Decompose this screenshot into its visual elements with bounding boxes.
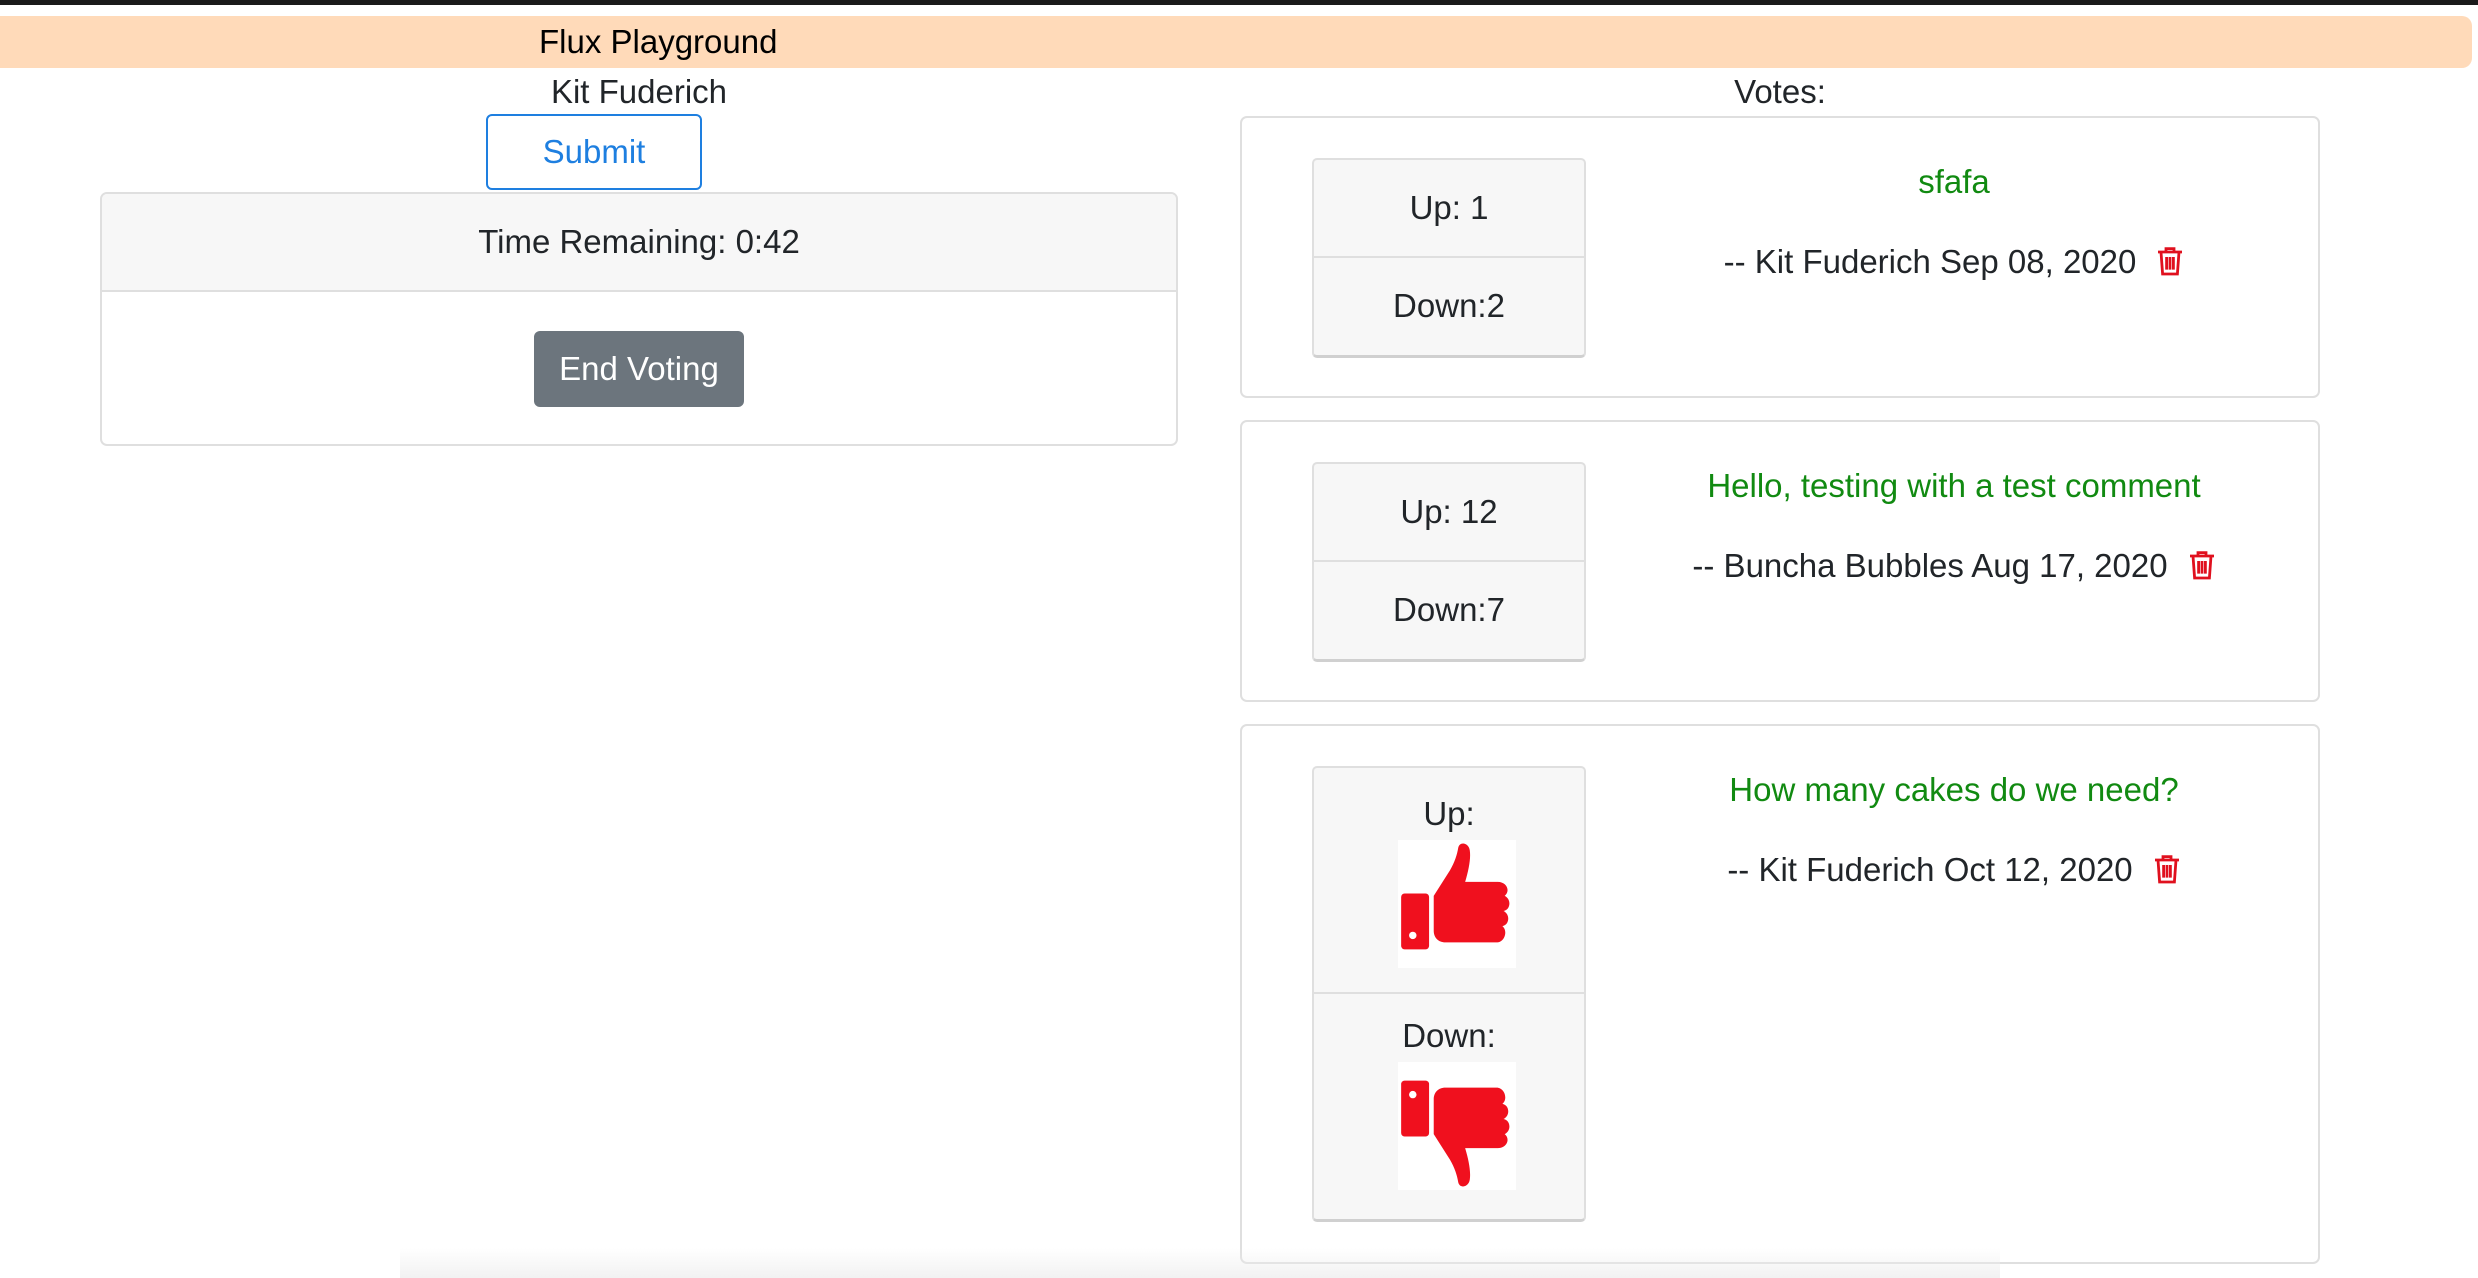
timer-card: Time Remaining: 0:42 End Voting xyxy=(100,192,1178,446)
comment-text: sfafa xyxy=(1918,163,1990,200)
upvote-label: Up: xyxy=(1423,795,1475,832)
trash-icon[interactable] xyxy=(2156,245,2184,277)
comment-author-date: -- Kit Fuderich Sep 08, 2020 xyxy=(1723,243,2137,280)
window-top-border xyxy=(0,0,2478,5)
downvote-label: Down: xyxy=(1402,1017,1496,1054)
thumbs-down-icon xyxy=(1398,1062,1516,1190)
comment-author-date: -- Buncha Bubbles Aug 17, 2020 xyxy=(1692,547,2168,584)
current-user-name: Kit Fuderich xyxy=(550,73,728,110)
upvote-button[interactable]: Up: 12 xyxy=(1314,464,1584,560)
vote-card: Up: 12 Down:7 Hello, testing with a test… xyxy=(1240,420,2320,702)
upvote-button[interactable]: Up: xyxy=(1314,768,1584,992)
vote-card: Up: Down: How many cakes do we need? -- … xyxy=(1240,724,2320,1264)
comment-meta: -- Buncha Bubbles Aug 17, 2020 xyxy=(1622,546,2286,586)
comment-author-date: -- Kit Fuderich Oct 12, 2020 xyxy=(1727,851,2133,888)
app-title: Flux Playground xyxy=(539,23,778,60)
vote-card: Up: 1 Down:2 sfafa -- Kit Fuderich Sep 0… xyxy=(1240,116,2320,398)
app-header: Flux Playground xyxy=(0,16,2472,68)
vote-box: Up: 12 Down:7 xyxy=(1312,462,1586,662)
comment-text: How many cakes do we need? xyxy=(1729,771,2179,808)
submit-comment-button[interactable]: Submit Comment xyxy=(486,114,702,242)
vote-box: Up: 1 Down:2 xyxy=(1312,158,1586,358)
upvote-button[interactable]: Up: 1 xyxy=(1314,160,1584,256)
comment-meta: -- Kit Fuderich Sep 08, 2020 xyxy=(1622,242,2286,282)
comment-meta: -- Kit Fuderich Oct 12, 2020 xyxy=(1622,850,2286,890)
downvote-button[interactable]: Down:7 xyxy=(1314,562,1584,658)
thumbs-up-icon xyxy=(1398,840,1516,968)
comment-text: Hello, testing with a test comment xyxy=(1707,467,2201,504)
end-voting-button[interactable]: End Voting xyxy=(534,331,744,407)
trash-icon[interactable] xyxy=(2188,549,2216,581)
downvote-button[interactable]: Down: xyxy=(1314,994,1584,1218)
vote-box: Up: Down: xyxy=(1312,766,1586,1222)
votes-heading: Votes: xyxy=(1734,73,1826,110)
bottom-shadow xyxy=(400,1248,2000,1278)
time-remaining: Time Remaining: 0:42 xyxy=(102,194,1176,292)
downvote-button[interactable]: Down:2 xyxy=(1314,258,1584,354)
trash-icon[interactable] xyxy=(2153,853,2181,885)
